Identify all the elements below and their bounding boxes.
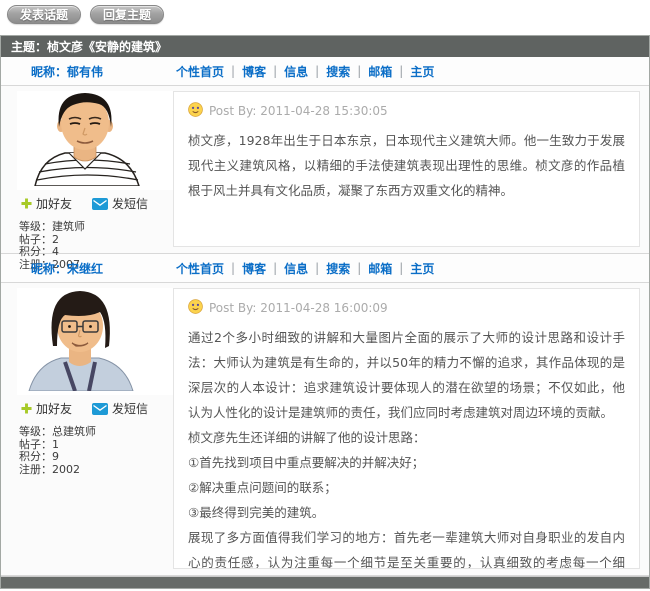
send-message-label: 发短信	[112, 195, 148, 212]
post-meta: Post By: 2011-04-28 15:30:05	[188, 102, 625, 120]
post-timestamp: Post By: 2011-04-28 15:30:05	[209, 104, 388, 118]
post-meta: Post By: 2011-04-28 16:00:09	[188, 299, 625, 317]
user-links: 个性首页 | 博客 | 信息 | 搜索 | 邮箱 | 主页	[146, 260, 434, 277]
post-paragraph: ③最终得到完美的建筑。	[188, 500, 625, 525]
link-info[interactable]: 信息	[284, 260, 308, 277]
link-separator: |	[231, 261, 235, 275]
thread-footer-bar	[1, 576, 649, 588]
sidebar-actions: 加好友 发短信	[21, 195, 173, 212]
toolbar: 发表话题 回复主题	[0, 0, 650, 35]
post-author-nickname: 昵称：郁有伟	[1, 63, 146, 80]
link-mail[interactable]: 邮箱	[368, 63, 392, 80]
smiley-icon	[188, 299, 203, 317]
stat-registered: 注册：2002	[19, 464, 173, 477]
link-info[interactable]: 信息	[284, 63, 308, 80]
post-content: Post By: 2011-04-28 15:30:05 桢文彦，1928年出生…	[173, 91, 640, 247]
link-blog[interactable]: 博客	[242, 260, 266, 277]
stat-points: 积分：4	[19, 246, 173, 259]
reply-topic-button[interactable]: 回复主题	[90, 5, 164, 24]
link-profile-home[interactable]: 个性首页	[176, 63, 224, 80]
link-blog[interactable]: 博客	[242, 63, 266, 80]
envelope-icon	[92, 403, 108, 415]
link-separator: |	[273, 261, 277, 275]
add-friend-button[interactable]: 加好友	[21, 400, 72, 417]
thread-container: 主题：桢文彦《安静的建筑》 昵称：郁有伟 个性首页 | 博客 | 信息 | 搜索…	[0, 35, 650, 589]
post-content: Post By: 2011-04-28 16:00:09 通过2个多小时细致的讲…	[173, 288, 640, 569]
thread-title-bar: 主题：桢文彦《安静的建筑》	[1, 36, 649, 57]
link-search[interactable]: 搜索	[326, 260, 350, 277]
post-paragraph: 通过2个多小时细致的讲解和大量图片全面的展示了大师的设计思路和设计手法：大师认为…	[188, 325, 625, 425]
user-stats: 等级：总建筑师 帖子：1 积分：9 注册：2002	[19, 426, 173, 476]
send-message-button[interactable]: 发短信	[92, 195, 148, 212]
post-body: 加好友 发短信 等级：总建筑师 帖子：1 积分：9 注册：2002	[1, 283, 649, 576]
user-links: 个性首页 | 博客 | 信息 | 搜索 | 邮箱 | 主页	[146, 63, 434, 80]
post-body: 加好友 发短信 等级：建筑师 帖子：2 积分：4 注册：2007	[1, 86, 649, 254]
envelope-icon	[92, 198, 108, 210]
post-sidebar: 加好友 发短信 等级：总建筑师 帖子：1 积分：9 注册：2002	[1, 283, 173, 575]
post-paragraph: ②解决重点问题间的联系；	[188, 475, 625, 500]
avatar	[17, 91, 173, 190]
link-separator: |	[399, 261, 403, 275]
post-sidebar: 加好友 发短信 等级：建筑师 帖子：2 积分：4 注册：2007	[1, 86, 173, 253]
link-separator: |	[315, 261, 319, 275]
add-friend-button[interactable]: 加好友	[21, 195, 72, 212]
link-profile-home[interactable]: 个性首页	[176, 260, 224, 277]
link-separator: |	[399, 64, 403, 78]
link-homepage[interactable]: 主页	[410, 260, 434, 277]
add-friend-label: 加好友	[36, 400, 72, 417]
post-paragraph: 桢文彦，1928年出生于日本东京，日本现代主义建筑大师。他一生致力于发展现代主义…	[188, 128, 625, 203]
plus-icon	[21, 198, 32, 209]
link-mail[interactable]: 邮箱	[368, 260, 392, 277]
post-paragraph: 展现了多方面值得我们学习的地方：首先老一辈建筑大师对自身职业的发自内心的责任感，…	[188, 525, 625, 569]
post-topic-button[interactable]: 发表话题	[7, 5, 81, 24]
link-homepage[interactable]: 主页	[410, 63, 434, 80]
smiley-icon	[188, 102, 203, 120]
stat-points: 积分：9	[19, 451, 173, 464]
link-search[interactable]: 搜索	[326, 63, 350, 80]
avatar	[17, 288, 173, 395]
post-header: 昵称：郁有伟 个性首页 | 博客 | 信息 | 搜索 | 邮箱 | 主页	[1, 57, 649, 86]
sidebar-actions: 加好友 发短信	[21, 400, 173, 417]
link-separator: |	[231, 64, 235, 78]
send-message-button[interactable]: 发短信	[92, 400, 148, 417]
stat-level: 等级：总建筑师	[19, 426, 173, 439]
post-author-nickname: 昵称：宋继红	[1, 260, 146, 277]
link-separator: |	[315, 64, 319, 78]
link-separator: |	[273, 64, 277, 78]
add-friend-label: 加好友	[36, 195, 72, 212]
stat-level: 等级：建筑师	[19, 221, 173, 234]
link-separator: |	[357, 261, 361, 275]
link-separator: |	[357, 64, 361, 78]
plus-icon	[21, 403, 32, 414]
post-timestamp: Post By: 2011-04-28 16:00:09	[209, 301, 388, 315]
post-paragraph: 桢文彦先生还详细的讲解了他的设计思路：	[188, 425, 625, 450]
post-paragraph: ①首先找到项目中重点要解决的并解决好；	[188, 450, 625, 475]
send-message-label: 发短信	[112, 400, 148, 417]
